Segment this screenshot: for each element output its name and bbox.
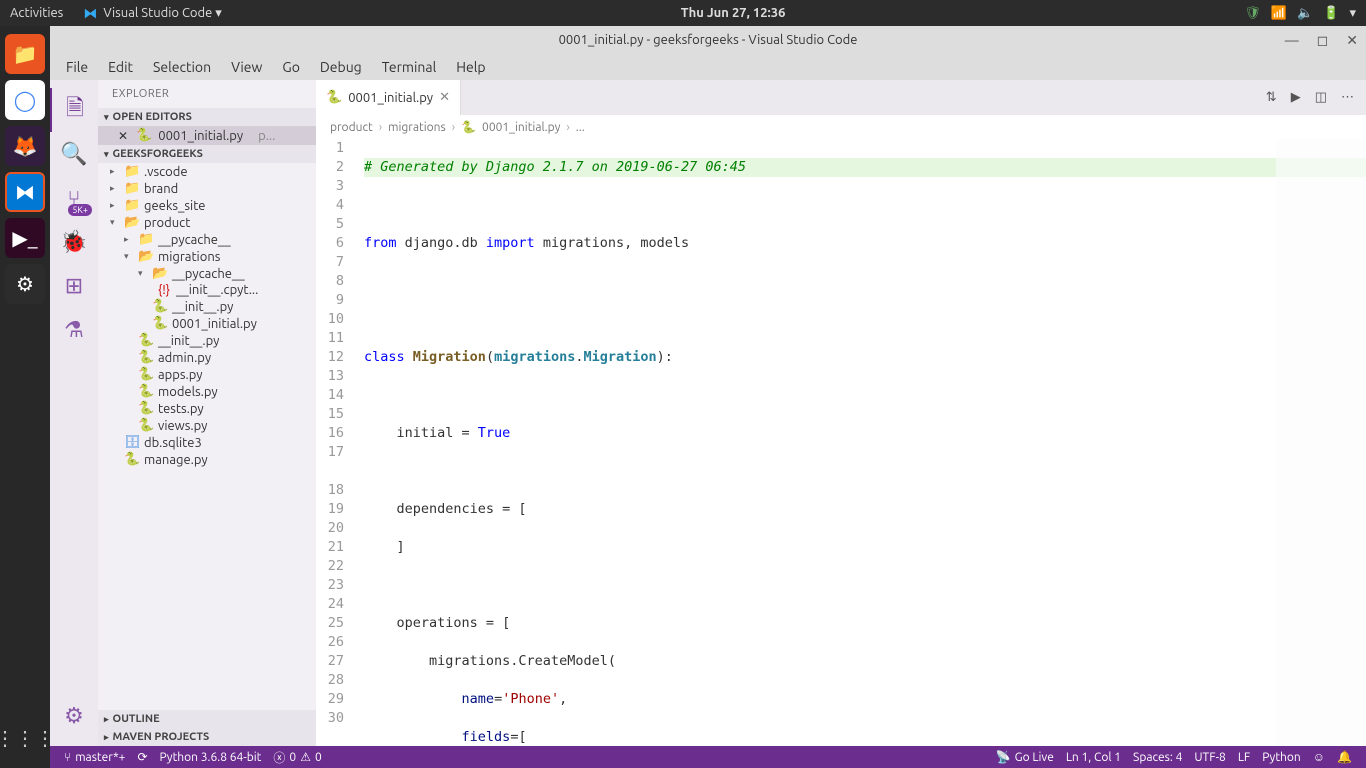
sidebar: EXPLORER OPEN EDITORS ✕ 🐍 0001_initial.p… — [98, 80, 316, 746]
launcher-firefox[interactable]: 🦊 — [5, 126, 45, 166]
menu-selection[interactable]: Selection — [145, 57, 219, 77]
tabbar: 🐍 0001_initial.py ✕ ⇅ ▶ ◫ ⋯ — [316, 80, 1366, 115]
activity-scm[interactable]: ⑂5K+ — [50, 176, 98, 220]
tree-geeks-site[interactable]: ▸📁geeks_site — [98, 197, 316, 214]
sb-problems[interactable]: ⓧ 0 ⚠ 0 — [267, 749, 327, 766]
vscode-window: 0001_initial.py - geeksforgeeks - Visual… — [50, 26, 1366, 768]
menu-file[interactable]: File — [58, 57, 96, 77]
statusbar: ⑂ master*+ ⟳ Python 3.6.8 64-bit ⓧ 0 ⚠ 0… — [50, 746, 1366, 768]
more-icon[interactable]: ⋯ — [1341, 90, 1354, 105]
tree-models[interactable]: 🐍models.py — [98, 383, 316, 400]
menu-edit[interactable]: Edit — [100, 57, 141, 77]
tree-apps[interactable]: 🐍apps.py — [98, 366, 316, 383]
close-icon[interactable]: ✕ — [118, 129, 128, 143]
tree-product[interactable]: ▾📂product — [98, 214, 316, 231]
activity-test[interactable]: ⚗ — [50, 308, 98, 352]
compare-icon[interactable]: ⇅ — [1266, 90, 1277, 105]
tree-admin[interactable]: 🐍admin.py — [98, 349, 316, 366]
tree-migrations[interactable]: ▾📂migrations — [98, 248, 316, 265]
system-menu-icon[interactable]: ▾ — [1349, 6, 1356, 21]
breadcrumb[interactable]: product› migrations› 🐍0001_initial.py› .… — [316, 115, 1366, 139]
wifi-icon[interactable]: 📶 — [1271, 6, 1287, 21]
tree-vscode[interactable]: ▸📁.vscode — [98, 163, 316, 180]
code-editor[interactable]: 1234567891011121314151617181920212223242… — [316, 139, 1366, 746]
activity-settings[interactable]: ⚙ — [50, 694, 98, 738]
sb-golive[interactable]: 📡 Go Live — [990, 750, 1060, 764]
minimap[interactable] — [1276, 139, 1366, 746]
launcher-files[interactable]: 📁 — [5, 34, 45, 74]
scm-badge: 5K+ — [68, 204, 92, 216]
sb-lang[interactable]: Python — [1256, 750, 1307, 764]
tree-brand[interactable]: ▸📁brand — [98, 180, 316, 197]
sb-encoding[interactable]: UTF-8 — [1188, 750, 1231, 764]
activity-extensions[interactable]: ⊞ — [50, 264, 98, 308]
tree-init1[interactable]: 🐍__init__.py — [98, 298, 316, 315]
minimize-button[interactable]: — — [1285, 32, 1299, 49]
launcher-vscode[interactable]: ⧓ — [5, 172, 45, 212]
open-editors-section[interactable]: OPEN EDITORS — [98, 108, 316, 126]
ubuntu-topbar: Activities ⧓ Visual Studio Code ▾ Thu Ju… — [0, 0, 1366, 26]
python-icon: 🐍 — [326, 90, 342, 105]
activity-search[interactable]: 🔍 — [50, 132, 98, 176]
gutter: 1234567891011121314151617181920212223242… — [316, 139, 358, 746]
launcher-terminal[interactable]: ▶_ — [5, 218, 45, 258]
split-icon[interactable]: ◫ — [1315, 90, 1327, 105]
tree-pycache1[interactable]: ▸📁__pycache__ — [98, 231, 316, 248]
python-icon: 🐍 — [136, 128, 152, 143]
titlebar: 0001_initial.py - geeksforgeeks - Visual… — [50, 26, 1366, 54]
maximize-button[interactable]: ◻ — [1317, 32, 1329, 49]
workspace-section[interactable]: GEEKSFORGEEKS — [98, 145, 316, 163]
tree-pycache2[interactable]: ▾📂__pycache__ — [98, 265, 316, 282]
tree-init-cpyt[interactable]: {!}__init__.cpyt... — [98, 282, 316, 298]
activities-button[interactable]: Activities — [10, 6, 63, 20]
menu-view[interactable]: View — [223, 57, 270, 77]
close-button[interactable]: ✕ — [1346, 32, 1358, 49]
vscode-icon: ⧓ — [83, 5, 97, 22]
app-menu[interactable]: ⧓ Visual Studio Code ▾ — [83, 5, 222, 22]
window-title: 0001_initial.py - geeksforgeeks - Visual… — [559, 33, 858, 47]
editor-area: 🐍 0001_initial.py ✕ ⇅ ▶ ◫ ⋯ product› mig… — [316, 80, 1366, 746]
tab-initial[interactable]: 🐍 0001_initial.py ✕ — [316, 80, 461, 115]
code-content[interactable]: # Generated by Django 2.1.7 on 2019-06-2… — [358, 139, 1366, 746]
menu-help[interactable]: Help — [448, 57, 493, 77]
launcher-apps[interactable]: ⋮⋮⋮ — [5, 718, 45, 758]
sidebar-title: EXPLORER — [98, 80, 316, 108]
volume-icon[interactable]: 🔈 — [1297, 6, 1313, 21]
sb-python[interactable]: Python 3.6.8 64-bit — [154, 751, 268, 764]
sb-feedback[interactable]: ☺ — [1307, 750, 1331, 764]
activity-debug[interactable]: 🐞 — [50, 220, 98, 264]
tree-db[interactable]: 🗄db.sqlite3 — [98, 434, 316, 451]
menu-go[interactable]: Go — [274, 57, 307, 77]
run-icon[interactable]: ▶ — [1291, 90, 1301, 105]
close-tab-icon[interactable]: ✕ — [439, 90, 450, 105]
tree-initial[interactable]: 🐍0001_initial.py — [98, 315, 316, 332]
sb-sync[interactable]: ⟳ — [131, 750, 153, 764]
shield-icon[interactable]: 🛡 — [1244, 6, 1261, 21]
menubar: File Edit Selection View Go Debug Termin… — [50, 54, 1366, 80]
sb-position[interactable]: Ln 1, Col 1 — [1060, 750, 1127, 764]
launcher-chromium[interactable]: ◯ — [5, 80, 45, 120]
tree-views[interactable]: 🐍views.py — [98, 417, 316, 434]
battery-icon[interactable]: 🔋 — [1323, 6, 1339, 21]
menu-terminal[interactable]: Terminal — [374, 57, 445, 77]
tree-manage[interactable]: 🐍manage.py — [98, 451, 316, 468]
menu-debug[interactable]: Debug — [312, 57, 370, 77]
sb-bell[interactable]: 🔔 — [1331, 750, 1358, 764]
maven-section[interactable]: MAVEN PROJECTS — [98, 728, 316, 746]
activity-explorer[interactable]: 🗎 — [50, 88, 98, 132]
sb-branch[interactable]: ⑂ master*+ — [58, 751, 131, 764]
sb-eol[interactable]: LF — [1232, 750, 1256, 764]
open-editor-item[interactable]: ✕ 🐍 0001_initial.py p... — [98, 126, 316, 145]
activitybar: 🗎 🔍 ⑂5K+ 🐞 ⊞ ⚗ ⚙ — [50, 80, 98, 746]
tree-init2[interactable]: 🐍__init__.py — [98, 332, 316, 349]
sb-spaces[interactable]: Spaces: 4 — [1127, 750, 1188, 764]
ubuntu-launcher: 📁 ◯ 🦊 ⧓ ▶_ ⚙ ⋮⋮⋮ — [0, 26, 50, 768]
clock[interactable]: Thu Jun 27, 12:36 — [222, 6, 1245, 20]
launcher-settings[interactable]: ⚙ — [5, 264, 45, 304]
tree-tests[interactable]: 🐍tests.py — [98, 400, 316, 417]
outline-section[interactable]: OUTLINE — [98, 710, 316, 728]
